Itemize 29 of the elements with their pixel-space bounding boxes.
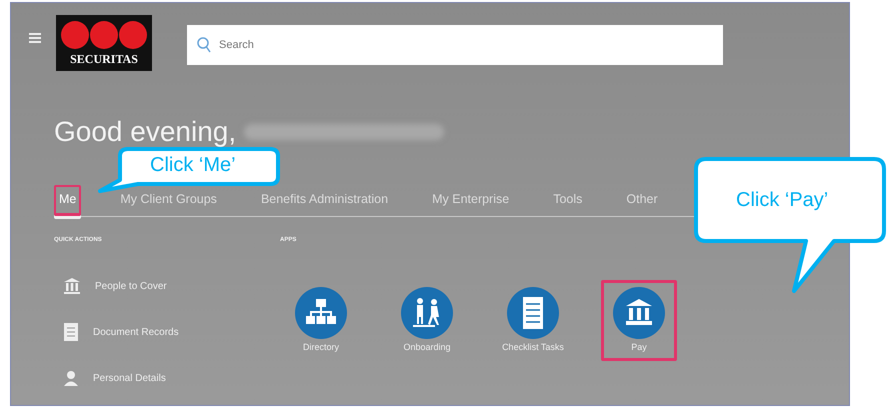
tab[interactable]: Me — [54, 185, 82, 216]
callout-text: Click ‘Me’ — [150, 154, 236, 177]
quick-action-link[interactable]: People to Cover — [95, 280, 167, 292]
person-icon — [63, 370, 79, 386]
two-figures-icon — [401, 287, 453, 339]
quick-action-link[interactable]: Personal Details — [93, 372, 166, 384]
tab[interactable]: Other — [621, 185, 663, 216]
tab[interactable]: My Enterprise — [427, 185, 514, 216]
three-circles-icon — [61, 20, 147, 50]
tab[interactable]: Tools — [548, 185, 588, 216]
menu-icon[interactable] — [29, 33, 41, 43]
document-icon — [63, 322, 79, 342]
tab[interactable]: Benefits Administration — [256, 185, 394, 216]
checklist-icon — [507, 287, 559, 339]
app-tile[interactable]: Pay — [601, 280, 677, 361]
org-chart-icon — [295, 287, 347, 339]
search-icon — [197, 37, 211, 53]
app-tile[interactable]: Onboarding — [389, 280, 465, 361]
app-tile[interactable]: Checklist Tasks — [495, 280, 571, 361]
bank-icon — [63, 277, 81, 295]
greeting: Good evening, — [54, 115, 236, 149]
search-input[interactable]: Search — [217, 38, 723, 52]
search-field[interactable]: Search — [187, 25, 723, 65]
logo-text: SECURITAS — [70, 52, 138, 66]
callout-text: Click ‘Pay’ — [736, 189, 828, 212]
app-tile[interactable]: Directory — [283, 280, 359, 361]
quick-action-link[interactable]: Document Records — [93, 326, 179, 338]
tab[interactable]: My Client Groups — [115, 185, 222, 216]
bank-icon — [613, 287, 665, 339]
